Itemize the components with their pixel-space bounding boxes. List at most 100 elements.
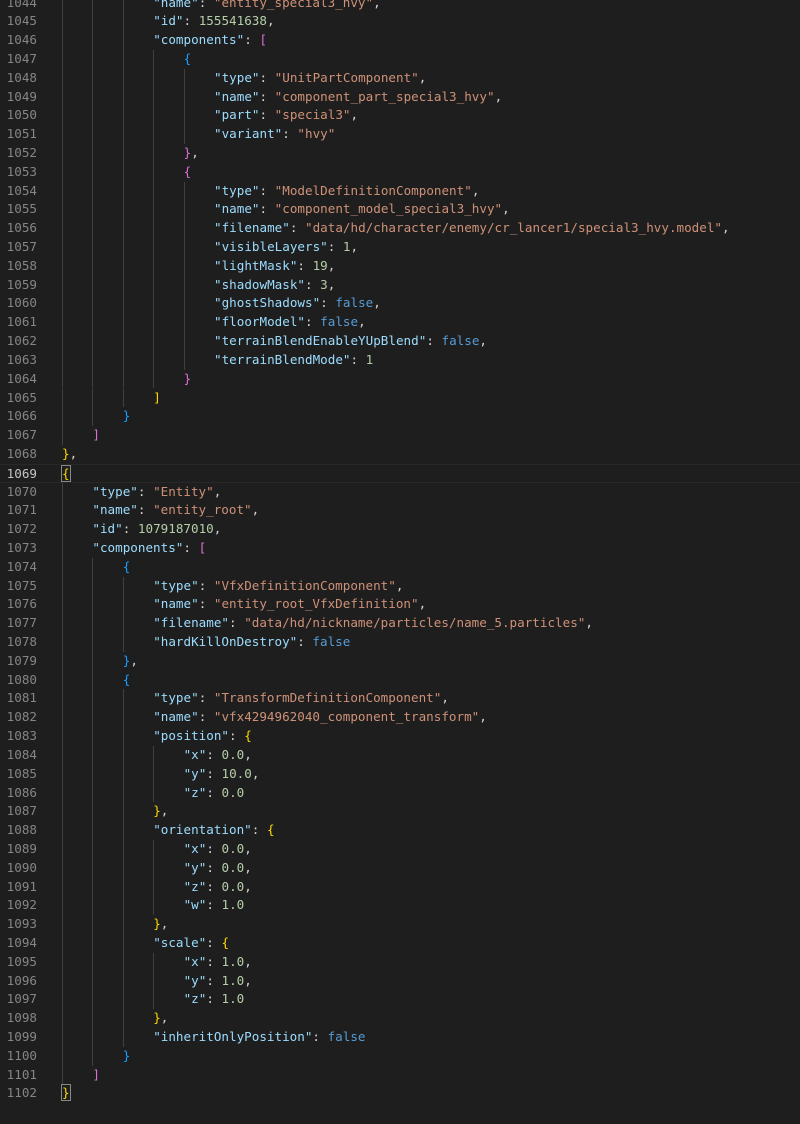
indent-guide [92,200,94,220]
code-line[interactable]: 1070 "type": "Entity", [0,482,800,502]
code-line[interactable]: 1062 "terrainBlendEnableYUpBlend": false, [0,332,800,351]
code-line[interactable]: 1046 "components": [ [0,31,800,50]
indent-guide [153,369,155,389]
code-line[interactable]: 1051 "variant": "hvy" [0,125,800,144]
code-line[interactable]: 1047 { [0,49,800,69]
code-token: , [479,333,487,349]
code-line[interactable]: 1072 "id": 1079187010, [0,520,800,539]
code-line[interactable]: 1049 "name": "component_part_special3_hvy… [0,87,800,107]
code-line[interactable]: 1101] [0,1065,800,1085]
indent-guide [92,256,94,276]
indent-guide [153,106,155,126]
code-line[interactable]: 1098}, [0,1009,800,1029]
code-line[interactable]: 1077 "filename": "data/hd/nickname/partic… [0,614,800,634]
code-line[interactable]: 1060 "ghostShadows": false, [0,294,800,314]
line-number: 1079 [6,652,37,668]
code-line[interactable]: 1076 "name": "entity_root_VfxDefinition", [0,595,800,615]
code-token: "terrainBlendEnableYUpBlend" [214,333,427,349]
code-line[interactable]: 1102} [0,1084,800,1103]
code-line[interactable]: 1052}, [0,143,800,163]
code-line[interactable]: 1079}, [0,651,800,671]
code-line[interactable]: 1099 "inheritOnlyPosition": false [0,1028,800,1047]
code-line[interactable]: 1082 "name": "vfx4294962040_component_tra… [0,708,800,728]
code-line[interactable]: 1090 "y": 0.0, [0,858,800,878]
code-text: "y": 0.0, [184,859,252,878]
code-text: } [184,370,192,389]
code-line[interactable]: 1078 "hardKillOnDestroy": false [0,633,800,652]
indent-guide [62,238,63,257]
code-line[interactable]: 1096 "y": 1.0, [0,971,800,991]
code-line[interactable]: 1095 "x": 1.0, [0,952,800,972]
indent-guide [153,764,155,784]
code-line[interactable]: 1085 "y": 10.0, [0,764,800,784]
code-line[interactable]: 1057 "visibleLayers": 1, [0,238,800,257]
code-token: "type" [214,69,260,85]
code-line[interactable]: 1092 "w": 1.0 [0,896,800,916]
code-token: "type" [214,182,260,198]
code-line[interactable]: 1091 "z": 0.0, [0,877,800,897]
code-line[interactable]: 1068}, [0,445,800,464]
code-text: "ghostShadows": false, [214,294,381,313]
code-line[interactable]: 1044 "name": "entity_special3_hvy", [0,0,800,13]
code-line[interactable]: 1084 "x": 0.0, [0,745,800,765]
code-line[interactable]: 1081 "type": "TransformDefinitionComponen… [0,689,800,709]
code-token: : [297,257,313,273]
code-line[interactable]: 1067] [0,426,800,445]
code-line[interactable]: 1053 { [0,162,800,182]
code-editor[interactable]: 1044 "name": "entity_special3_hvy", 1045 "i… [0,0,800,1124]
code-line[interactable]: 1083 "position": { [0,727,800,746]
code-text: "y": 1.0, [184,972,252,991]
indent-guide [183,181,185,201]
code-line[interactable]: 1055 "name": "component_model_special3_hv… [0,200,800,220]
code-text: "type": "UnitPartComponent", [214,69,426,88]
code-text: "x": 1.0, [184,953,252,972]
code-line[interactable]: 1093}, [0,915,800,934]
line-number: 1096 [6,972,37,988]
line-number: 1044 [6,0,37,10]
indent-guide [62,802,63,822]
code-line[interactable]: 1048 "type": "UnitPartComponent", [0,68,800,88]
code-line[interactable]: 1080 { [0,670,800,690]
code-line[interactable]: 1066} [0,407,800,427]
indent-guide [122,275,124,295]
indent-guide [122,256,124,276]
code-line[interactable]: 1071 "name": "entity_root", [0,501,800,521]
code-line[interactable]: 1050 "part": "special3", [0,106,800,126]
code-line[interactable]: 1069 { [0,463,800,483]
code-line[interactable]: 1056 "filename": "data/hd/character/enemy… [0,219,800,239]
code-token: , [160,916,169,932]
code-line[interactable]: 1074 { [0,557,800,577]
code-line[interactable]: 1073 "components": [ [0,538,800,558]
indent-guide [183,275,185,295]
code-token: : [183,539,199,555]
code-token: , [350,239,359,255]
code-token: false [320,314,359,330]
code-line[interactable]: 1054 "type": "ModelDefinitionComponent", [0,181,800,201]
code-text: "position": { [153,727,252,746]
code-line[interactable]: 1059 "shadowMask": 3, [0,275,800,295]
indent-guide [153,990,155,1010]
code-line[interactable]: 1061 "floorModel": false, [0,313,800,333]
indent-guide [62,49,63,69]
code-line[interactable]: 1100} [0,1046,800,1066]
code-line[interactable]: 1097 "z": 1.0 [0,990,800,1010]
code-line[interactable]: 1064} [0,369,800,389]
indent-guide [122,633,124,652]
code-line[interactable]: 1045 "id": 155541638, [0,12,800,32]
indent-guide [62,407,63,427]
code-token: "name" [153,0,199,10]
indent-guide [92,971,94,991]
code-line[interactable]: 1063 "terrainBlendMode": 1 [0,350,800,370]
line-number: 1052 [6,144,37,160]
code-line[interactable]: 1058 "lightMask": 19, [0,256,800,276]
code-line[interactable]: 1089 "x": 0.0, [0,839,800,859]
code-line[interactable]: 1065] [0,388,800,408]
code-text: "type": "TransformDefinitionComponent", [153,689,449,708]
code-line[interactable]: 1094 "scale": { [0,934,800,953]
code-line[interactable]: 1086 "z": 0.0 [0,783,800,803]
code-line[interactable]: 1075 "type": "VfxDefinitionComponent", [0,576,800,596]
code-line[interactable]: 1087}, [0,802,800,822]
code-token: , [585,615,593,631]
code-line[interactable]: 1088 "orientation": { [0,821,800,840]
code-token: false [335,295,374,311]
